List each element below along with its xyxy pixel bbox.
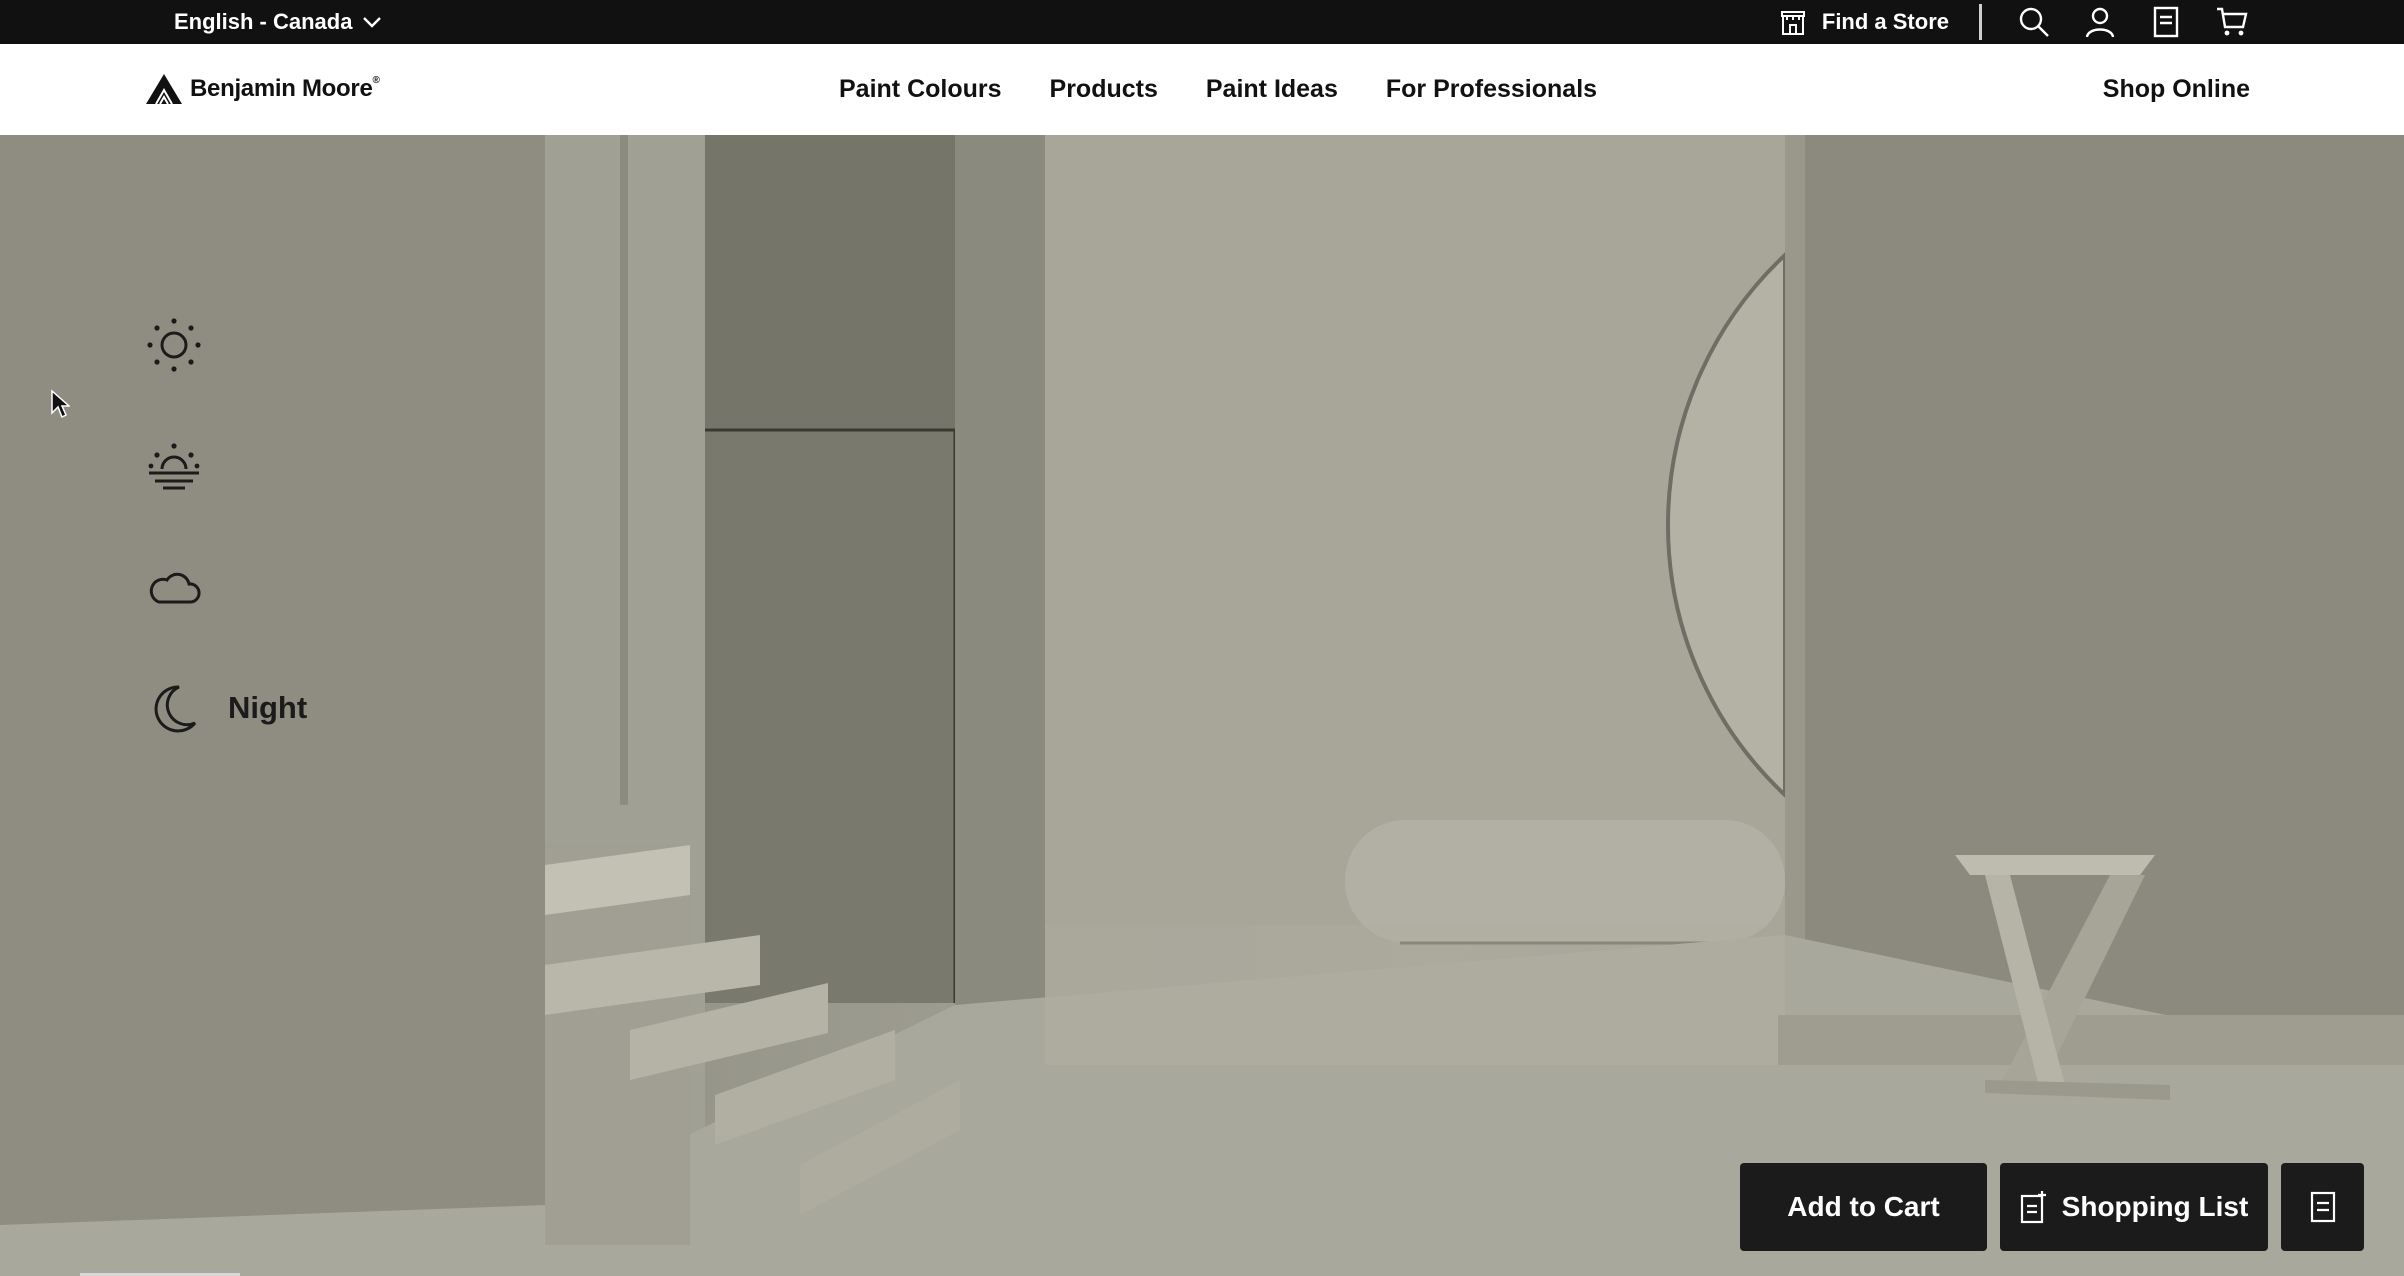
nav-paint-colours[interactable]: Paint Colours: [839, 75, 1002, 104]
cloud-icon-wrap: [140, 553, 208, 621]
main-nav: Benjamin Moore® Paint Colours Products P…: [0, 44, 2404, 135]
account-icon: [2085, 7, 2115, 38]
action-bar: Add to Cart Shopping List: [1740, 1163, 2364, 1251]
list-icon: [2153, 6, 2179, 38]
account-button[interactable]: [2078, 0, 2122, 44]
list-view-button[interactable]: [2281, 1163, 2364, 1251]
lighting-option-night[interactable]: Night: [140, 668, 307, 748]
brand-name: Benjamin Moore®: [190, 75, 380, 102]
sunrise-icon: [148, 443, 200, 490]
language-selector[interactable]: English - Canada: [174, 0, 382, 44]
brand-mark-icon: [146, 74, 182, 105]
divider: [1979, 4, 1982, 40]
cart-button[interactable]: [2210, 0, 2254, 44]
room-scene-image: [0, 135, 2404, 1276]
moon-icon-wrap: [140, 674, 208, 742]
room-visualizer: Night Add to Cart Shopping List: [0, 135, 2404, 1276]
mouse-cursor-icon: [51, 389, 70, 419]
shopping-list-button[interactable]: Shopping List: [2000, 1163, 2268, 1251]
brand-logo[interactable]: Benjamin Moore®: [144, 66, 380, 112]
cart-icon: [2217, 7, 2248, 36]
utility-bar: English - Canada Find a Store: [0, 0, 2404, 44]
brand-registered-mark: ®: [372, 75, 380, 86]
find-store-link[interactable]: Find a Store: [1778, 7, 1949, 37]
chevron-down-icon: [363, 17, 382, 28]
lighting-selector: Night: [140, 305, 307, 789]
lighting-option-day[interactable]: [140, 305, 307, 385]
sun-icon-wrap: [140, 311, 208, 379]
shop-online-link[interactable]: Shop Online: [2103, 44, 2250, 135]
find-store-label: Find a Store: [1821, 9, 1949, 34]
list-button[interactable]: [2144, 0, 2188, 44]
shopping-list-label: Shopping List: [2061, 1191, 2249, 1222]
nav-for-professionals[interactable]: For Professionals: [1386, 75, 1597, 104]
language-label: English - Canada: [174, 9, 353, 34]
lighting-option-cloudy[interactable]: [140, 547, 307, 627]
nav-paint-ideas[interactable]: Paint Ideas: [1206, 75, 1338, 104]
list-icon: [2310, 1191, 2335, 1223]
add-to-list-icon: [2020, 1191, 2046, 1224]
nav-products[interactable]: Products: [1050, 75, 1158, 104]
search-icon: [2019, 7, 2049, 37]
search-button[interactable]: [2012, 0, 2056, 44]
store-icon: [1780, 11, 1805, 35]
sun-icon: [147, 318, 201, 372]
moon-icon: [154, 685, 197, 733]
lighting-label-night: Night: [228, 690, 308, 725]
lighting-option-sunrise[interactable]: [140, 426, 307, 506]
add-to-cart-button[interactable]: Add to Cart: [1740, 1163, 1987, 1251]
cloud-icon: [149, 572, 201, 604]
sunrise-icon-wrap: [140, 432, 208, 500]
